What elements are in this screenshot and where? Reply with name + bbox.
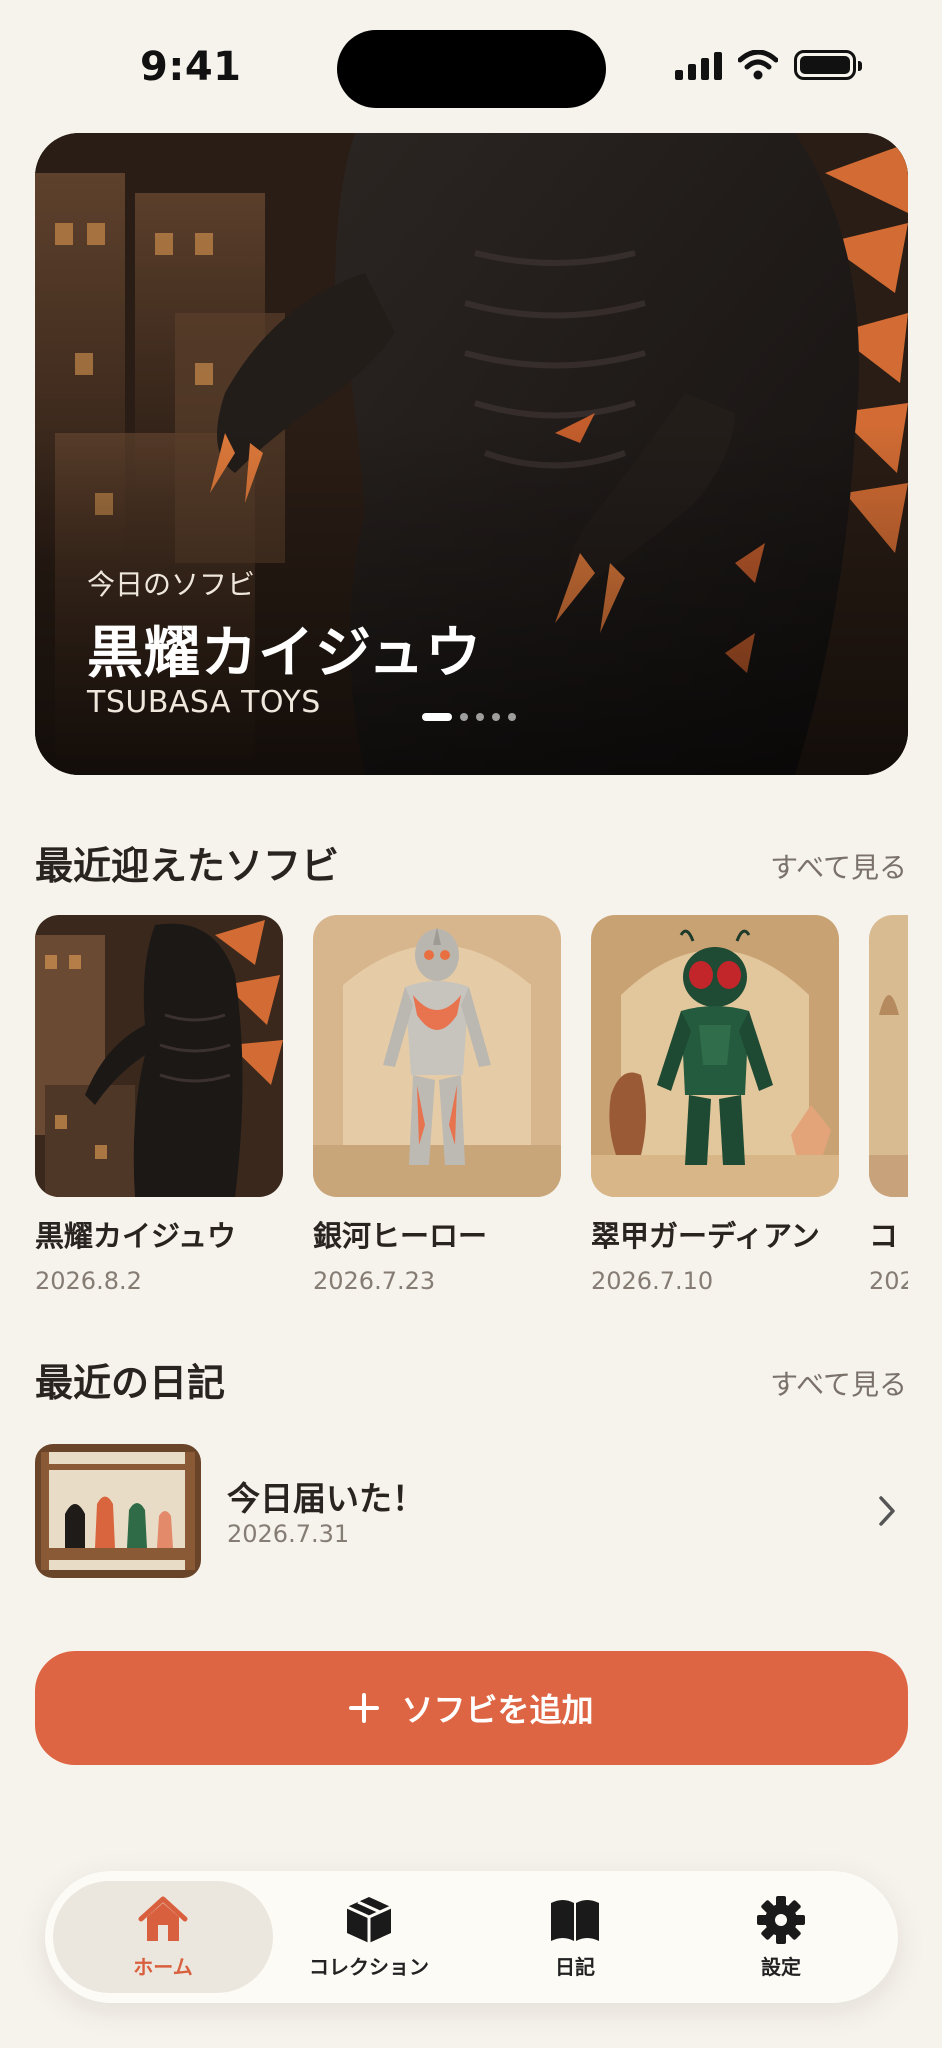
tab-label: 日記 — [555, 1954, 595, 1979]
page-dot[interactable] — [476, 713, 484, 721]
tab-label: ホーム — [133, 1954, 193, 1979]
recent-card[interactable]: コ 202 — [869, 915, 908, 1295]
tab-bar: ホーム コレクション 日記 設定 — [45, 1871, 898, 2003]
battery-icon — [794, 50, 862, 80]
figure-name: 銀河ヒーロー — [313, 1219, 488, 1253]
tab-collection[interactable]: コレクション — [259, 1881, 479, 1993]
book-icon — [551, 1899, 599, 1941]
tab-label: コレクション — [309, 1954, 429, 1979]
gear-icon — [757, 1895, 805, 1944]
recent-carousel[interactable]: 黒耀カイジュウ 2026.8.2 銀河ヒーロー 2026.7.23 翠甲ガーディ… — [35, 915, 908, 1295]
status-icons — [675, 50, 862, 80]
hero-subtitle: 今日のソフビ — [87, 568, 256, 601]
figure-date: 2026.7.23 — [313, 1267, 436, 1295]
page-dot[interactable] — [422, 713, 452, 721]
status-time: 9:41 — [140, 44, 242, 90]
diary-thumbnail — [35, 1444, 201, 1578]
status-bar: 9:41 — [0, 0, 942, 130]
diary-entry-title: 今日届いた！ — [227, 1479, 425, 1518]
diary-entry-row[interactable]: 今日届いた！ 2026.7.31 — [35, 1444, 908, 1578]
recent-card[interactable]: 銀河ヒーロー 2026.7.23 — [313, 915, 561, 1295]
figure-name: コ — [869, 1219, 899, 1253]
page-dot[interactable] — [492, 713, 500, 721]
box-icon — [346, 1896, 392, 1943]
partial-figure-image — [869, 915, 908, 1197]
recent-card[interactable]: 黒耀カイジュウ 2026.8.2 — [35, 915, 283, 1295]
carousel-page-indicator[interactable] — [422, 713, 516, 721]
figure-name: 黒耀カイジュウ — [35, 1219, 236, 1253]
dynamic-island — [337, 30, 606, 108]
insect-guardian-figure-image — [591, 915, 839, 1197]
add-sofubi-label: ソフビを追加 — [401, 1691, 594, 1729]
chevron-right-icon — [879, 1496, 895, 1526]
tab-label: 設定 — [761, 1954, 801, 1979]
hero-maker: TSUBASA TOYS — [87, 685, 321, 720]
recent-see-all-link[interactable]: すべて見る — [770, 846, 907, 886]
tab-settings[interactable]: 設定 — [671, 1881, 891, 1993]
home-icon — [138, 1896, 188, 1941]
recent-card[interactable]: 翠甲ガーディアン 2026.7.10 — [591, 915, 839, 1295]
kaiju-figure-image — [35, 915, 283, 1197]
diary-entry-date: 2026.7.31 — [227, 1520, 350, 1548]
diary-see-all-link[interactable]: すべて見る — [770, 1363, 907, 1403]
page-dot[interactable] — [460, 713, 468, 721]
tab-home[interactable]: ホーム — [53, 1881, 273, 1993]
figure-name: 翠甲ガーディアン — [591, 1219, 820, 1253]
cellular-signal-icon — [675, 50, 722, 80]
tab-diary[interactable]: 日記 — [465, 1881, 685, 1993]
page-dot[interactable] — [508, 713, 516, 721]
diary-section-title: 最近の日記 — [35, 1361, 226, 1405]
figure-date: 2026.7.10 — [591, 1267, 714, 1295]
add-sofubi-button[interactable]: ソフビを追加 — [35, 1651, 908, 1765]
figure-date: 2026.8.2 — [35, 1267, 142, 1295]
hero-title: 黒耀カイジュウ — [87, 621, 483, 686]
recent-section-title: 最近迎えたソフビ — [35, 844, 340, 888]
plus-icon — [349, 1693, 380, 1723]
figure-date: 202 — [869, 1267, 908, 1295]
wifi-icon — [738, 50, 778, 80]
featured-sofubi-card[interactable]: 今日のソフビ 黒耀カイジュウ TSUBASA TOYS — [35, 133, 908, 775]
hero-figure-image — [313, 915, 561, 1197]
